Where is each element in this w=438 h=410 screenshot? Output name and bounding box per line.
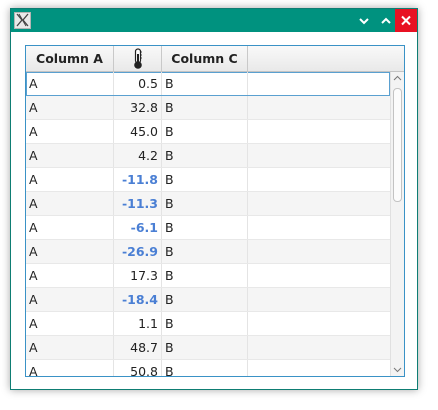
minimize-button[interactable] xyxy=(353,9,375,32)
table-row[interactable]: A -11.8 B xyxy=(26,168,390,192)
table-row[interactable]: A -18.4 B xyxy=(26,288,390,312)
table-header: Column A Column C xyxy=(26,46,404,72)
cell-temperature[interactable]: -26.9 xyxy=(114,240,162,263)
vertical-scrollbar[interactable] xyxy=(390,72,404,376)
cell-column-a[interactable]: A xyxy=(26,240,114,263)
cell-temperature[interactable]: 17.3 xyxy=(114,264,162,287)
cell-column-a[interactable]: A xyxy=(26,264,114,287)
table-row[interactable]: A 1.1 B xyxy=(26,312,390,336)
scrollbar-thumb[interactable] xyxy=(393,88,402,202)
table-body: A 0.5 B A 32.8 B A 45.0 B A 4.2 B A -11.8 B A -11.3 B A -6.… xyxy=(26,72,390,376)
cell-column-c[interactable]: B xyxy=(162,288,248,311)
cell-column-c[interactable]: B xyxy=(162,240,248,263)
cell-temperature[interactable]: 48.7 xyxy=(114,336,162,359)
cell-column-a[interactable]: A xyxy=(26,72,114,95)
cell-column-c[interactable]: B xyxy=(162,216,248,239)
cell-temperature[interactable]: 4.2 xyxy=(114,144,162,167)
maximize-button[interactable] xyxy=(375,9,397,32)
scroll-down-icon[interactable] xyxy=(393,367,402,373)
close-button[interactable] xyxy=(395,9,417,32)
column-header-a[interactable]: Column A xyxy=(26,46,114,71)
cell-temperature[interactable]: -18.4 xyxy=(114,288,162,311)
cell-column-a[interactable]: A xyxy=(26,168,114,191)
cell-column-c[interactable]: B xyxy=(162,120,248,143)
cell-column-a[interactable]: A xyxy=(26,288,114,311)
thermometer-icon xyxy=(133,48,142,69)
cell-temperature[interactable]: 1.1 xyxy=(114,312,162,335)
scroll-up-icon[interactable] xyxy=(393,75,402,81)
cell-column-c[interactable]: B xyxy=(162,144,248,167)
table-row[interactable]: A 17.3 B xyxy=(26,264,390,288)
x-window-icon xyxy=(14,12,31,29)
cell-temperature[interactable]: -11.3 xyxy=(114,192,162,215)
cell-temperature[interactable]: 50.8 xyxy=(114,360,162,376)
cell-temperature[interactable]: -11.8 xyxy=(114,168,162,191)
table-row[interactable]: A 0.5 B xyxy=(26,72,390,96)
cell-column-c[interactable]: B xyxy=(162,72,248,95)
cell-temperature[interactable]: -6.1 xyxy=(114,216,162,239)
cell-temperature[interactable]: 45.0 xyxy=(114,120,162,143)
cell-temperature[interactable]: 0.5 xyxy=(114,72,162,95)
table-row[interactable]: A 48.7 B xyxy=(26,336,390,360)
cell-column-c[interactable]: B xyxy=(162,192,248,215)
cell-column-c[interactable]: B xyxy=(162,336,248,359)
cell-column-a[interactable]: A xyxy=(26,192,114,215)
cell-column-a[interactable]: A xyxy=(26,120,114,143)
app-window: Column A Column C A 0.5 B A 32.8 B A 45.0 B A 4.2 B… xyxy=(10,8,418,390)
cell-column-c[interactable]: B xyxy=(162,312,248,335)
cell-temperature[interactable]: 32.8 xyxy=(114,96,162,119)
maximize-icon xyxy=(381,17,391,24)
close-icon xyxy=(401,15,411,26)
column-header-temperature[interactable] xyxy=(114,46,162,71)
cell-column-c[interactable]: B xyxy=(162,96,248,119)
data-table[interactable]: Column A Column C A 0.5 B A 32.8 B A 45.0 B A 4.2 B… xyxy=(25,45,405,377)
table-row[interactable]: A 50.8 B xyxy=(26,360,390,376)
minimize-icon xyxy=(359,18,369,25)
table-row[interactable]: A -26.9 B xyxy=(26,240,390,264)
table-row[interactable]: A 4.2 B xyxy=(26,144,390,168)
cell-column-a[interactable]: A xyxy=(26,312,114,335)
cell-column-a[interactable]: A xyxy=(26,144,114,167)
column-header-filler xyxy=(248,46,404,71)
cell-column-a[interactable]: A xyxy=(26,96,114,119)
title-bar[interactable] xyxy=(11,9,417,32)
cell-column-a[interactable]: A xyxy=(26,216,114,239)
cell-column-c[interactable]: B xyxy=(162,360,248,376)
table-row[interactable]: A 32.8 B xyxy=(26,96,390,120)
cell-column-a[interactable]: A xyxy=(26,360,114,376)
column-header-c[interactable]: Column C xyxy=(162,46,248,71)
cell-column-a[interactable]: A xyxy=(26,336,114,359)
table-row[interactable]: A -11.3 B xyxy=(26,192,390,216)
cell-column-c[interactable]: B xyxy=(162,168,248,191)
cell-column-c[interactable]: B xyxy=(162,264,248,287)
table-row[interactable]: A 45.0 B xyxy=(26,120,390,144)
table-row[interactable]: A -6.1 B xyxy=(26,216,390,240)
